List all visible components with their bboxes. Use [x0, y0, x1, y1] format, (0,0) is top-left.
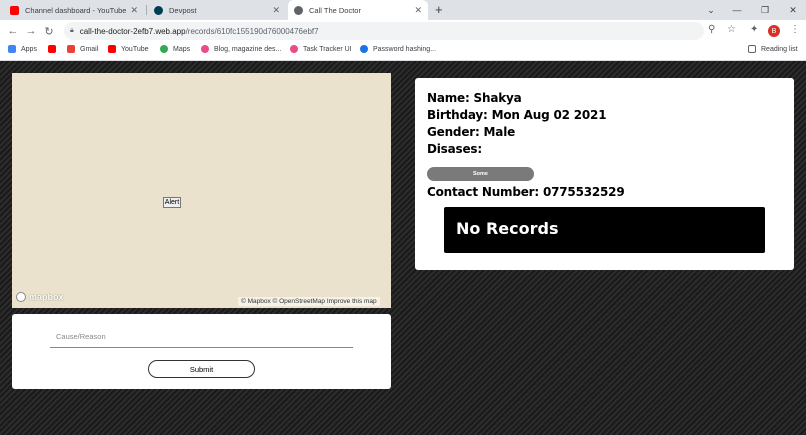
new-tab-button[interactable]: +	[435, 2, 443, 17]
map-view[interactable]	[12, 73, 391, 308]
tab-call-the-doctor[interactable]: Call The Doctor ✕	[288, 0, 428, 20]
bookmark-label: Password hashing...	[373, 45, 437, 53]
patient-diseases-label: Disases:	[427, 142, 482, 156]
mapbox-logo-text: mapbox	[29, 292, 64, 302]
patient-birthday: Birthday: Mon Aug 02 2021	[427, 108, 607, 122]
browser-chrome: Channel dashboard - YouTube Studio ✕ Dev…	[0, 0, 806, 61]
globe-icon	[294, 5, 303, 15]
bookmark-label: Blog, magazine des...	[214, 45, 282, 53]
restore-button[interactable]: ❐	[752, 0, 778, 20]
bookmark-blog[interactable]: Blog, magazine des...	[201, 45, 281, 53]
lock-icon[interactable]: 🔒︎	[70, 27, 74, 35]
address-host: call-the-doctor-2efb7.web.app	[79, 26, 186, 36]
back-arrow-icon[interactable]: ←	[4, 25, 22, 37]
cause-reason-input[interactable]: Cause/Reason	[50, 327, 353, 348]
bookmark-apps[interactable]: Apps	[8, 45, 37, 53]
address-bar[interactable]: 🔒︎ call-the-doctor-2efb7.web.app/records…	[64, 22, 704, 40]
bookmark-label: Task Tracker UI	[303, 45, 352, 53]
bookmark-label: YouTube	[121, 45, 149, 53]
mapbox-logo[interactable]: mapbox	[16, 292, 64, 302]
tab-title: Channel dashboard - YouTube Studio	[25, 5, 127, 15]
devpost-icon	[154, 5, 163, 15]
close-window-button[interactable]: ✕	[780, 0, 806, 20]
dribbble-icon	[201, 45, 209, 53]
password-icon	[360, 45, 368, 53]
tab-title: Call The Doctor	[309, 5, 361, 15]
map-attribution[interactable]: © Mapbox © OpenStreetMap Improve this ma…	[238, 297, 380, 306]
forward-arrow-icon[interactable]: →	[22, 25, 40, 37]
bookmark-youtube-studio[interactable]	[48, 45, 61, 53]
youtube-icon	[10, 5, 19, 15]
bookmarks-bar: Apps Gmail YouTube Maps Blog, magazine d…	[0, 42, 806, 61]
close-icon[interactable]: ✕	[130, 5, 138, 16]
toolbar: ← → ↻ 🔒︎ call-the-doctor-2efb7.web.app/r…	[0, 20, 806, 42]
submit-button[interactable]: Submit	[148, 360, 255, 378]
star-icon[interactable]: ☆	[727, 24, 736, 35]
bookmark-password-hashing[interactable]: Password hashing...	[360, 45, 436, 53]
address-path: /records/610fc155190d76000476ebf7	[185, 26, 319, 36]
bookmark-gmail[interactable]: Gmail	[67, 45, 98, 53]
profile-avatar[interactable]: B	[768, 25, 780, 37]
tab-title: Devpost	[169, 5, 197, 15]
dribbble-icon	[290, 45, 298, 53]
reading-list-icon	[748, 45, 756, 53]
youtube-icon	[108, 45, 116, 53]
tab-search-icon[interactable]: ⌄	[698, 0, 724, 20]
tab-separator	[146, 5, 147, 15]
youtube-icon	[48, 45, 56, 53]
location-icon[interactable]: ⚲	[708, 24, 715, 35]
bookmark-label: Gmail	[80, 45, 99, 53]
bookmark-youtube[interactable]: YouTube	[108, 45, 149, 53]
patient-name: Name: Shakya	[427, 91, 522, 105]
tab-strip: Channel dashboard - YouTube Studio ✕ Dev…	[0, 0, 806, 20]
gmail-icon	[67, 45, 75, 53]
apps-grid-icon	[8, 45, 16, 53]
bookmark-task-tracker[interactable]: Task Tracker UI	[290, 45, 352, 53]
reading-list-label: Reading list	[761, 45, 798, 53]
patient-contact-number: Contact Number: 0775532529	[427, 185, 625, 199]
minimize-button[interactable]: —	[724, 0, 750, 20]
alert-marker-button[interactable]: Alert	[163, 197, 181, 208]
menu-icon[interactable]: ⋮	[790, 24, 800, 35]
mapbox-icon	[16, 292, 26, 302]
reading-list[interactable]: Reading list	[748, 45, 798, 53]
extensions-icon[interactable]: ✦	[750, 24, 758, 35]
patient-gender: Gender: Male	[427, 125, 516, 139]
reload-icon[interactable]: ↻	[40, 25, 58, 38]
tab-youtube-studio[interactable]: Channel dashboard - YouTube Studio ✕	[4, 0, 144, 20]
disease-badge: Some	[427, 167, 534, 181]
close-icon[interactable]: ✕	[414, 5, 422, 16]
records-panel: No Records	[444, 207, 765, 253]
bookmark-maps[interactable]: Maps	[160, 45, 190, 53]
maps-icon	[160, 45, 168, 53]
tab-devpost[interactable]: Devpost ✕	[148, 0, 286, 20]
bookmark-label: Apps	[21, 45, 37, 53]
close-icon[interactable]: ✕	[272, 5, 280, 16]
bookmark-label: Maps	[173, 45, 191, 53]
